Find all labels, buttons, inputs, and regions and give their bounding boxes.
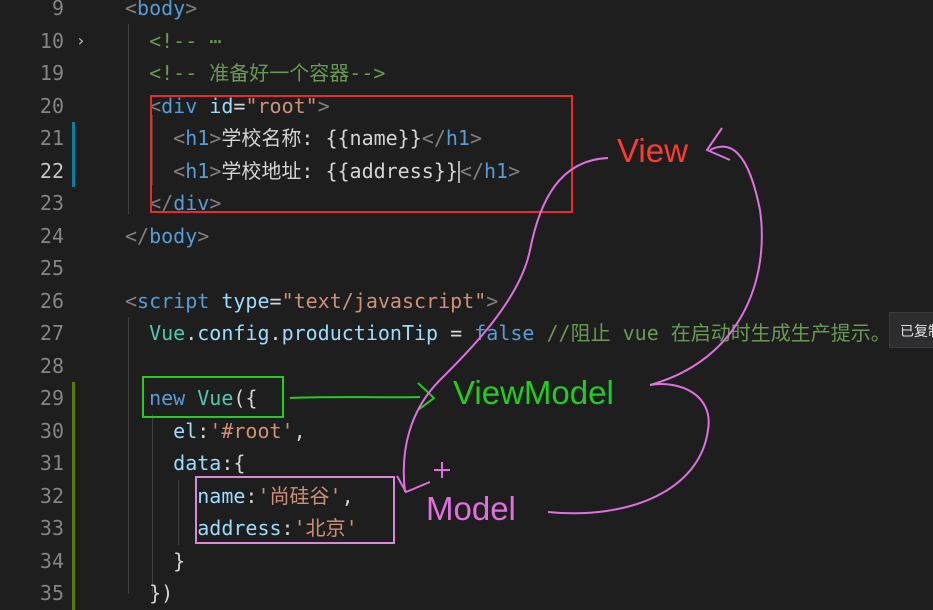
model-highlight-box: [195, 476, 395, 544]
viewmodel-label: ViewModel: [453, 374, 614, 411]
plus-mark: [434, 462, 450, 478]
viewmodel-highlight-box: [142, 376, 284, 418]
viewmodel-arrow: [289, 396, 421, 399]
view-to-viewmodel-curve: [402, 157, 609, 493]
viewmodel-to-view-curve: [649, 145, 763, 386]
view-arrow-head: [705, 127, 731, 161]
view-highlight-box: [150, 95, 573, 213]
model-label: Model: [426, 490, 516, 527]
view-label: View: [617, 132, 688, 169]
